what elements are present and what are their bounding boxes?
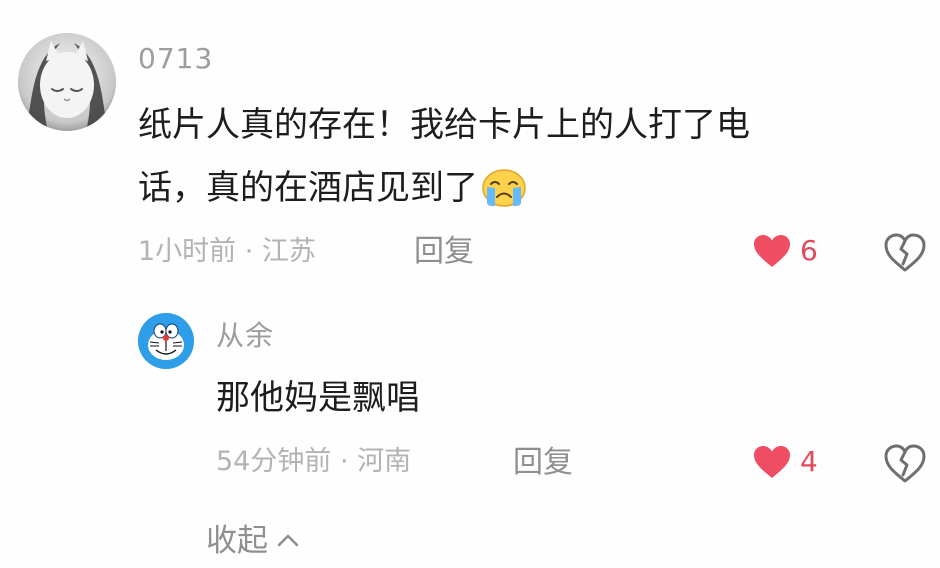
reply-comment-text: 那他妈是飘唱	[216, 378, 420, 418]
reply-user-avatar[interactable]	[138, 313, 194, 369]
collapse-replies-button[interactable]: 收起	[206, 523, 300, 557]
reply-button[interactable]: 回复	[414, 237, 474, 267]
chevron-up-icon	[276, 523, 300, 547]
comment-time-location: 1小时前 · 江苏	[138, 236, 316, 267]
reply-like-count: 4	[800, 445, 818, 478]
comment-text-line-1: 纸片人真的存在！我给卡片上的人打了电	[138, 105, 750, 145]
comment-text-line-2: 话，真的在酒店见到了	[138, 168, 527, 208]
broken-heart-icon	[884, 444, 926, 483]
like-count: 6	[800, 234, 818, 267]
heart-icon	[754, 446, 790, 478]
reply-dislike-button[interactable]	[882, 443, 928, 485]
cat-avatar-image	[18, 33, 116, 131]
broken-heart-icon	[884, 233, 926, 272]
reply-time-location: 54分钟前 · 河南	[216, 446, 412, 477]
like-button[interactable]: 6	[752, 233, 818, 269]
dislike-button[interactable]	[882, 232, 928, 274]
doraemon-avatar-image	[138, 313, 194, 369]
reply-to-reply-button[interactable]: 回复	[513, 448, 573, 478]
reply-like-button[interactable]: 4	[752, 444, 818, 480]
heart-icon	[754, 235, 790, 267]
comment-thread: 0713 纸片人真的存在！我给卡片上的人打了电 话，真的在酒店见到了 1小时前 …	[0, 0, 940, 568]
collapse-label: 收起	[206, 523, 268, 559]
comment-text-line-2-text: 话，真的在酒店见到了	[138, 168, 478, 208]
reply-username[interactable]: 从余	[216, 322, 274, 350]
crying-face-icon	[481, 168, 527, 208]
user-avatar[interactable]	[18, 33, 116, 131]
comment-username[interactable]: 0713	[138, 45, 213, 73]
